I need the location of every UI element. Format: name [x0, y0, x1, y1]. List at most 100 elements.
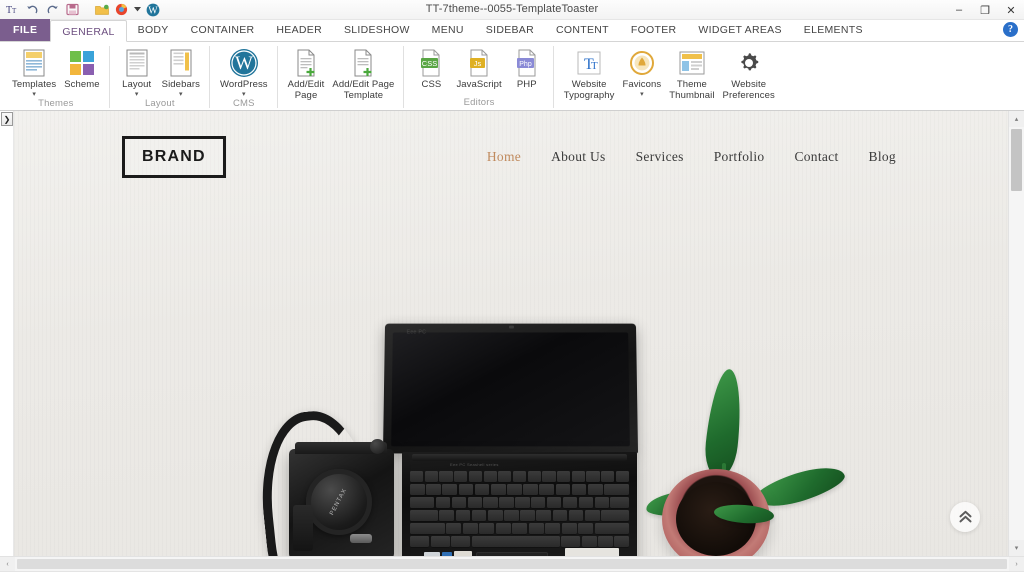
keyboard-key — [598, 535, 613, 547]
keyboard-key — [439, 471, 453, 483]
tab-general[interactable]: GENERAL — [50, 20, 127, 42]
camera-body: PENTAX — [289, 439, 394, 556]
keyboard-key — [552, 509, 568, 522]
wordpress-icon: W — [229, 47, 259, 79]
vertical-scroll-track[interactable] — [1009, 127, 1024, 540]
keyboard-key — [499, 496, 514, 509]
keyboard-key — [487, 509, 503, 522]
keyboard-key — [430, 535, 450, 547]
ribbon-button-css[interactable]: CSS CSS — [410, 45, 452, 91]
keyboard-key — [410, 509, 438, 522]
chevron-down-icon[interactable]: ▾ — [640, 91, 644, 98]
tab-file[interactable]: FILE — [0, 19, 51, 41]
close-button[interactable]: ✕ — [998, 0, 1024, 20]
ribbon-button-theme-thumbnail[interactable]: Theme Thumbnail — [665, 45, 718, 101]
preview-vertical-scrollbar[interactable]: ▴ ▾ — [1008, 111, 1024, 556]
site-brand-logo[interactable]: BRAND — [122, 136, 226, 178]
ribbon-group-label — [554, 101, 785, 110]
ribbon-group-label: Editors — [463, 97, 495, 108]
scroll-left-button[interactable]: ‹ — [0, 557, 15, 571]
tab-footer[interactable]: FOOTER — [620, 19, 688, 41]
ribbon-button-javascript[interactable]: Js JavaScript — [452, 45, 505, 91]
ribbon-button-wordpress[interactable]: W WordPress ▾ — [216, 45, 272, 98]
ribbon-button-php[interactable]: Php PHP — [506, 45, 548, 91]
help-icon[interactable]: ? — [1003, 22, 1018, 37]
keyboard-key — [536, 509, 552, 522]
keyboard-key — [555, 483, 571, 496]
ribbon-group-layout: Layout ▾ Sidebars ▾ Layout — [110, 42, 211, 110]
ribbon-button-add-edit-page-template[interactable]: Add/Edit Page Template — [328, 45, 398, 101]
theme-thumbnail-icon — [679, 47, 705, 79]
wordpress-icon[interactable]: W — [144, 1, 161, 18]
keyboard-key — [586, 471, 600, 483]
scroll-right-button[interactable]: › — [1009, 557, 1024, 571]
ribbon-button-label: WordPress — [219, 79, 268, 90]
gear-icon — [736, 47, 762, 79]
laptop-lid: Eee PC — [382, 323, 639, 454]
ribbon-group-label: Layout — [144, 97, 175, 109]
site-nav-item-about-us[interactable]: About Us — [551, 149, 606, 165]
ribbon-group-items: Layout ▾ Sidebars ▾ — [110, 42, 210, 98]
preview-browser-icon[interactable] — [113, 1, 130, 18]
keyboard-key — [578, 522, 593, 535]
website-preview-canvas[interactable]: BRAND Home About Us Services Portfolio Conta… — [14, 111, 1008, 556]
tab-widget-areas[interactable]: WIDGET AREAS — [687, 19, 792, 41]
laptop-trackpad — [476, 552, 548, 556]
quick-access-toolbar: TT W — [0, 0, 161, 20]
open-folder-icon[interactable] — [93, 1, 110, 18]
keyboard-key — [512, 471, 527, 483]
ribbon-button-scheme[interactable]: Scheme — [60, 45, 103, 91]
ribbon-button-layout[interactable]: Layout ▾ — [116, 45, 158, 98]
tab-header[interactable]: HEADER — [265, 19, 333, 41]
preview-horizontal-scrollbar[interactable]: ‹ › — [0, 556, 1024, 571]
scroll-to-top-button[interactable] — [950, 502, 980, 532]
keyboard-key — [531, 496, 546, 509]
keyboard-row — [410, 509, 629, 522]
scroll-down-button[interactable]: ▾ — [1009, 540, 1024, 556]
tab-container[interactable]: CONTAINER — [180, 19, 266, 41]
ribbon-button-favicons[interactable]: Favicons ▾ — [618, 45, 665, 98]
ribbon-button-website-typography[interactable]: T T Website Typography — [560, 45, 619, 101]
site-nav-item-home[interactable]: Home — [487, 149, 521, 165]
keyboard-key — [454, 471, 468, 483]
tab-body[interactable]: BODY — [127, 19, 180, 41]
save-icon[interactable] — [64, 1, 81, 18]
horizontal-scroll-thumb[interactable] — [17, 559, 1007, 569]
tab-elements[interactable]: ELEMENTS — [793, 19, 874, 41]
ribbon-button-templates[interactable]: Templates ▾ — [8, 45, 60, 98]
ribbon-button-label: Favicons — [622, 79, 662, 90]
redo-icon[interactable] — [44, 1, 61, 18]
ribbon-body: Templates ▾ Scheme Themes Layout ▾ Sidebars ▾ La… — [0, 42, 1024, 111]
ribbon-group-themes: Templates ▾ Scheme Themes — [2, 42, 110, 110]
scroll-up-button[interactable]: ▴ — [1009, 111, 1024, 127]
expand-panel-button[interactable]: ❯ — [1, 112, 13, 126]
vertical-scroll-thumb[interactable] — [1011, 129, 1022, 191]
tab-sidebar[interactable]: SIDEBAR — [475, 19, 545, 41]
horizontal-scroll-track[interactable] — [15, 557, 1009, 571]
site-nav-item-blog[interactable]: Blog — [869, 149, 896, 165]
ribbon-group-items: CSS CSS Js JavaScript Php PHP — [404, 42, 553, 97]
keyboard-row — [410, 471, 630, 483]
tab-menu[interactable]: MENU — [421, 19, 475, 41]
keyboard-key — [594, 522, 629, 535]
tab-slideshow[interactable]: SLIDESHOW — [333, 19, 421, 41]
tab-content[interactable]: CONTENT — [545, 19, 620, 41]
add-edit-page-template-icon — [351, 47, 375, 79]
undo-icon[interactable] — [24, 1, 41, 18]
restore-button[interactable]: ❐ — [972, 0, 998, 20]
ribbon-group-label: CMS — [232, 97, 255, 109]
minimize-button[interactable]: – — [946, 0, 972, 20]
laptop-base: Eee PC Seashell series Go Anywhere in St… — [402, 452, 637, 556]
keyboard-key — [451, 496, 467, 509]
site-nav-item-contact[interactable]: Contact — [794, 149, 838, 165]
ribbon-button-sidebars[interactable]: Sidebars ▾ — [158, 45, 204, 98]
ribbon-button-add-edit-page[interactable]: Add/Edit Page — [284, 45, 329, 101]
quick-access-dropdown-icon[interactable] — [133, 1, 141, 18]
site-nav-item-services[interactable]: Services — [636, 149, 684, 165]
site-nav-item-portfolio[interactable]: Portfolio — [714, 149, 765, 165]
ribbon-button-website-preferences[interactable]: Website Preferences — [719, 45, 779, 101]
ribbon-group-label: Themes — [38, 97, 74, 109]
keyboard-key — [615, 471, 630, 483]
keyboard-key — [584, 509, 600, 522]
ribbon-group-label — [278, 101, 405, 110]
